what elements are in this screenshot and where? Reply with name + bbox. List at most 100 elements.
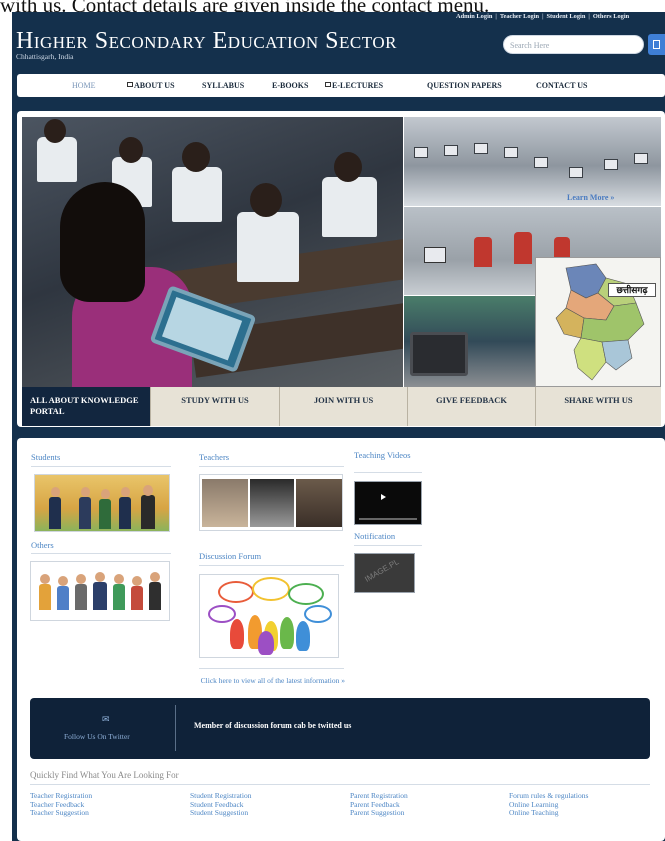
crt-monitor [410, 332, 468, 376]
student-head [119, 137, 143, 163]
person [149, 582, 161, 610]
divider [354, 472, 422, 473]
others-heading[interactable]: Others [31, 540, 54, 550]
person-figure [280, 617, 294, 649]
student-head [250, 183, 282, 217]
quick-link[interactable]: Teacher Suggestion [30, 808, 180, 818]
state-map: छत्तीसगढ़ [535, 257, 661, 387]
teaching-videos-heading[interactable]: Teaching Videos [354, 451, 414, 460]
nav-home[interactable]: HOME [72, 81, 96, 90]
person-head [81, 487, 90, 497]
nav-label: CONTACT US [536, 81, 588, 90]
nav-label: SYLLABUS [202, 81, 245, 90]
students-thumbnail[interactable] [34, 474, 170, 532]
nav-label: ABOUT US [134, 81, 175, 90]
teacher-portrait [296, 479, 342, 527]
student-figure [237, 212, 299, 282]
student-figure [474, 237, 492, 267]
divider [199, 668, 344, 669]
divider [31, 466, 171, 467]
play-icon [381, 494, 386, 500]
person-head [121, 487, 130, 497]
admin-login-link[interactable]: Admin Login [456, 13, 492, 20]
speech-bubble [288, 583, 324, 605]
twitter-icon[interactable]: ✉ [102, 714, 113, 726]
student-figure [514, 232, 532, 264]
quick-links-student: Student Registration Student Feedback St… [190, 791, 340, 818]
teacher-head [60, 182, 145, 302]
search-icon [653, 40, 660, 49]
hero-tab-bar: ALL ABOUT KNOWLEDGE PORTAL STUDY WITH US… [22, 387, 661, 426]
person-head [40, 574, 50, 584]
nav-about-us[interactable]: ABOUT US [127, 81, 175, 90]
person-head [101, 489, 110, 499]
person [75, 584, 87, 610]
person-figure [258, 631, 274, 655]
quick-links-forum: Forum rules & regulations Online Learnin… [509, 791, 659, 818]
separator: | [588, 13, 590, 20]
nav-label: QUESTION PAPERS [427, 81, 502, 90]
divider [31, 553, 171, 554]
nav-question-papers[interactable]: QUESTION PAPERS [427, 81, 502, 90]
classroom-photo [22, 117, 403, 387]
person [141, 495, 155, 529]
nav-syllabus[interactable]: SYLLABUS [202, 81, 244, 90]
image-watermark: IMAGE.PL [363, 557, 401, 584]
notification-thumbnail[interactable]: IMAGE.PL [354, 553, 415, 593]
nav-contact-us[interactable]: CONTACT US [536, 81, 588, 90]
others-thumbnail[interactable] [30, 561, 170, 621]
tab-study-with-us[interactable]: STUDY WITH US [151, 387, 280, 426]
search-input[interactable] [510, 39, 634, 51]
monitor [634, 153, 648, 164]
person-head [76, 574, 86, 584]
student-figure [322, 177, 377, 237]
search-button[interactable] [648, 34, 665, 55]
person-head [95, 572, 105, 582]
separator: | [495, 13, 497, 20]
students-heading[interactable]: Students [31, 452, 60, 462]
view-latest-info-link[interactable]: Click here to view all of the latest inf… [200, 676, 345, 685]
main-nav: HOME ABOUT US SYLLABUS E-BOOKS E-LECTURE… [17, 74, 665, 97]
person [113, 584, 125, 610]
discussion-forum-thumbnail[interactable] [199, 574, 339, 658]
site-title[interactable]: Higher Secondary Education Sector [16, 28, 397, 55]
student-head [182, 142, 210, 172]
tab-share-with-us[interactable]: SHARE WITH US [536, 387, 661, 426]
quick-link[interactable]: Online Teaching [509, 808, 659, 818]
person-head [150, 572, 160, 582]
person [49, 497, 61, 529]
teachers-thumbnail[interactable] [199, 474, 343, 531]
nav-label: E-LECTURES [332, 81, 384, 90]
nav-e-books[interactable]: E-BOOKS [272, 81, 308, 90]
monitor [444, 145, 458, 156]
nav-e-lectures[interactable]: E-LECTURES [325, 81, 383, 90]
banner-message: Member of discussion forum cab be twitte… [194, 721, 352, 730]
computer-class-photo [404, 296, 535, 387]
quick-link[interactable]: Student Suggestion [190, 808, 340, 818]
nav-label: HOME [72, 81, 96, 90]
tab-join-with-us[interactable]: JOIN WITH US [280, 387, 408, 426]
teachers-heading[interactable]: Teachers [199, 452, 229, 462]
nav-label: E-BOOKS [272, 81, 309, 90]
speech-bubble [304, 605, 332, 623]
teacher-portrait [250, 479, 294, 527]
teaching-video-player[interactable] [354, 481, 422, 525]
follow-twitter-link[interactable]: Follow Us On Twitter [64, 732, 130, 741]
discussion-forum-heading[interactable]: Discussion Forum [199, 551, 261, 561]
speech-bubble [252, 577, 290, 601]
computer-lab-photo [404, 117, 661, 206]
learn-more-link[interactable]: Learn More » [567, 193, 614, 202]
monitor [424, 247, 446, 263]
student-login-link[interactable]: Student Login [547, 13, 586, 20]
student-head [44, 119, 66, 143]
others-login-link[interactable]: Others Login [593, 13, 629, 20]
tab-give-feedback[interactable]: GIVE FEEDBACK [408, 387, 536, 426]
divider [30, 784, 650, 785]
person-head [132, 576, 142, 586]
teacher-login-link[interactable]: Teacher Login [500, 13, 539, 20]
tab-knowledge-portal[interactable]: ALL ABOUT KNOWLEDGE PORTAL [22, 387, 151, 426]
speech-bubble [208, 605, 236, 623]
quick-link[interactable]: Parent Suggestion [350, 808, 500, 818]
notification-heading[interactable]: Notification [354, 531, 395, 541]
person-head [58, 576, 68, 586]
